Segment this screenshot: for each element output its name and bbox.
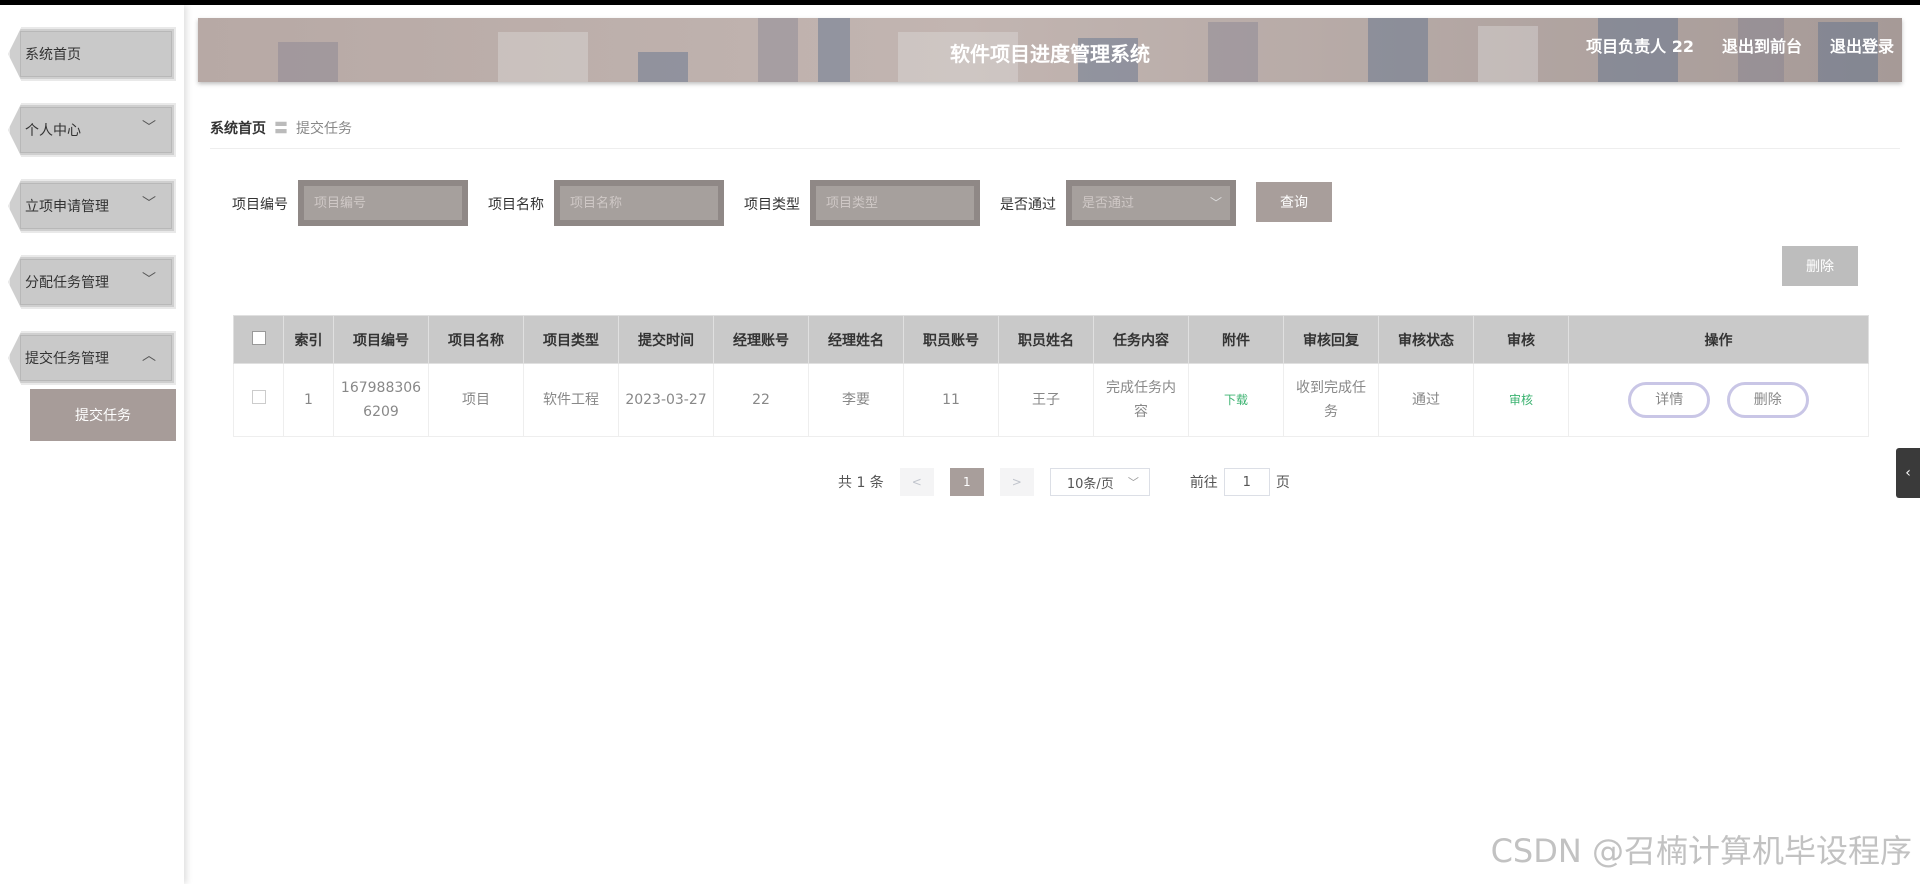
table-row: 1 1679883066209 项目 软件工程 2023-03-27 22 李要… (233, 363, 1869, 437)
query-button[interactable]: 查询 (1256, 182, 1332, 222)
collapse-panel-toggle[interactable]: ‹ (1896, 448, 1920, 498)
download-link[interactable]: 下载 (1224, 393, 1248, 407)
select-all-cell (233, 315, 284, 364)
table-header-row: 索引 项目编号 项目名称 项目类型 提交时间 经理账号 经理姓名 职员账号 职员… (233, 315, 1869, 364)
breadcrumb: 系统首页 〓 提交任务 (210, 118, 352, 138)
passed-select[interactable] (1072, 186, 1230, 220)
goto-page-input[interactable] (1223, 468, 1270, 496)
select-all-checkbox[interactable] (251, 330, 266, 345)
project-no-label: 项目编号 (232, 197, 288, 213)
column-header: 经理账号 (713, 315, 809, 364)
project-type-label: 项目类型 (744, 197, 800, 213)
column-header: 提交时间 (618, 315, 714, 364)
breadcrumb-current: 提交任务 (296, 121, 352, 137)
passed-select-frame: ﹀ (1066, 180, 1236, 226)
project-name-label: 项目名称 (488, 197, 544, 213)
sidebar-item-assign-task[interactable]: 分配任务管理 ﹀ (8, 255, 176, 309)
column-header: 项目类型 (523, 315, 619, 364)
cell-manager-account: 22 (713, 363, 809, 437)
row-delete-button[interactable]: 删除 (1726, 382, 1809, 418)
project-no-field-frame (298, 180, 468, 226)
sidebar-subitem-submit-task[interactable]: 提交任务 (30, 389, 176, 441)
header-banner: 软件项目进度管理系统 项目负责人 22 退出到前台 退出登录 (198, 18, 1902, 82)
project-no-input[interactable] (304, 186, 462, 220)
column-header: 附件 (1188, 315, 1284, 364)
sidebar-item-label: 立项申请管理 (25, 199, 109, 215)
chevron-down-icon: ﹀ (142, 120, 156, 136)
project-type-input[interactable] (816, 186, 974, 220)
sidebar-item-label: 系统首页 (25, 47, 81, 63)
top-border (0, 0, 1920, 5)
logout-link[interactable]: 退出登录 (1830, 33, 1894, 57)
cell-staff-account: 11 (903, 363, 999, 437)
cell-review-reply: 收到完成任务 (1283, 363, 1379, 437)
chevron-down-icon: ﹀ (1127, 476, 1139, 489)
cell-actions: 详情 删除 (1568, 363, 1869, 437)
batch-delete-button[interactable]: 删除 (1782, 246, 1858, 286)
row-select-cell (233, 363, 284, 437)
column-header: 项目名称 (428, 315, 524, 364)
sidebar-item-personal-center[interactable]: 个人中心 ﹀ (8, 103, 176, 157)
total-count: 共 1 条 (838, 475, 884, 491)
project-name-input[interactable] (560, 186, 718, 220)
column-header: 操作 (1568, 315, 1869, 364)
page-suffix: 页 (1275, 475, 1290, 491)
breadcrumb-home[interactable]: 系统首页 (210, 118, 266, 138)
sidebar-item-label: 提交任务管理 (25, 351, 109, 367)
cell-staff-name: 王子 (998, 363, 1094, 437)
task-table: 索引 项目编号 项目名称 项目类型 提交时间 经理账号 经理姓名 职员账号 职员… (233, 315, 1869, 437)
review-link[interactable]: 审核 (1509, 393, 1533, 407)
column-header: 职员姓名 (998, 315, 1094, 364)
cell-manager-name: 李要 (808, 363, 904, 437)
detail-button[interactable]: 详情 (1628, 382, 1711, 418)
project-type-field-frame (810, 180, 980, 226)
cell-project-no: 1679883066209 (333, 363, 429, 437)
cell-review-status: 通过 (1378, 363, 1474, 437)
page-size-value: 10条/页 (1066, 476, 1114, 492)
row-checkbox[interactable] (251, 390, 266, 404)
divider (210, 148, 1900, 149)
sidebar-item-project-application[interactable]: 立项申请管理 ﹀ (8, 179, 176, 233)
chevron-up-icon: ︿ (142, 348, 156, 364)
cell-project-name: 项目 (428, 363, 524, 437)
pagination: 共 1 条 < 1 > 10条/页 ﹀ 前往 页 (838, 468, 1290, 496)
passed-label: 是否通过 (1000, 197, 1056, 213)
breadcrumb-separator: 〓 (274, 121, 288, 137)
cell-review: 审核 (1473, 363, 1569, 437)
cell-submit-time: 2023-03-27 (618, 363, 714, 437)
cell-task-content: 完成任务内容 (1093, 363, 1189, 437)
sidebar-item-label: 分配任务管理 (25, 275, 109, 291)
column-header: 经理姓名 (808, 315, 904, 364)
column-header: 审核回复 (1283, 315, 1379, 364)
column-header: 任务内容 (1093, 315, 1189, 364)
cell-attachment: 下载 (1188, 363, 1284, 437)
sidebar-item-label: 个人中心 (25, 123, 81, 139)
goto-label: 前往 (1189, 475, 1218, 491)
page-size-select[interactable]: 10条/页 ﹀ (1049, 468, 1150, 496)
sidebar-item-submit-task-management[interactable]: 提交任务管理 ︿ (8, 331, 176, 385)
prev-page-button[interactable]: < (899, 468, 934, 496)
cell-index: 1 (283, 363, 334, 437)
next-page-button[interactable]: > (999, 468, 1034, 496)
column-header: 审核 (1473, 315, 1569, 364)
back-to-front-link[interactable]: 退出到前台 (1722, 33, 1802, 57)
watermark: CSDN @召楠计算机毕设程序 (1490, 832, 1912, 870)
sidebar: 系统首页 个人中心 ﹀ 立项申请管理 ﹀ 分配任务管理 ﹀ 提交任务管理 ︿ 提… (0, 5, 184, 884)
page-number[interactable]: 1 (949, 468, 984, 496)
chevron-down-icon: ﹀ (142, 196, 156, 212)
cell-project-type: 软件工程 (523, 363, 619, 437)
column-header: 索引 (283, 315, 334, 364)
chevron-down-icon: ﹀ (142, 272, 156, 288)
column-header: 审核状态 (1378, 315, 1474, 364)
column-header: 职员账号 (903, 315, 999, 364)
chevron-down-icon: ﹀ (1209, 196, 1222, 210)
column-header: 项目编号 (333, 315, 429, 364)
current-user: 项目负责人 22 (1586, 37, 1694, 56)
sidebar-item-home[interactable]: 系统首页 (8, 27, 176, 81)
project-name-field-frame (554, 180, 724, 226)
